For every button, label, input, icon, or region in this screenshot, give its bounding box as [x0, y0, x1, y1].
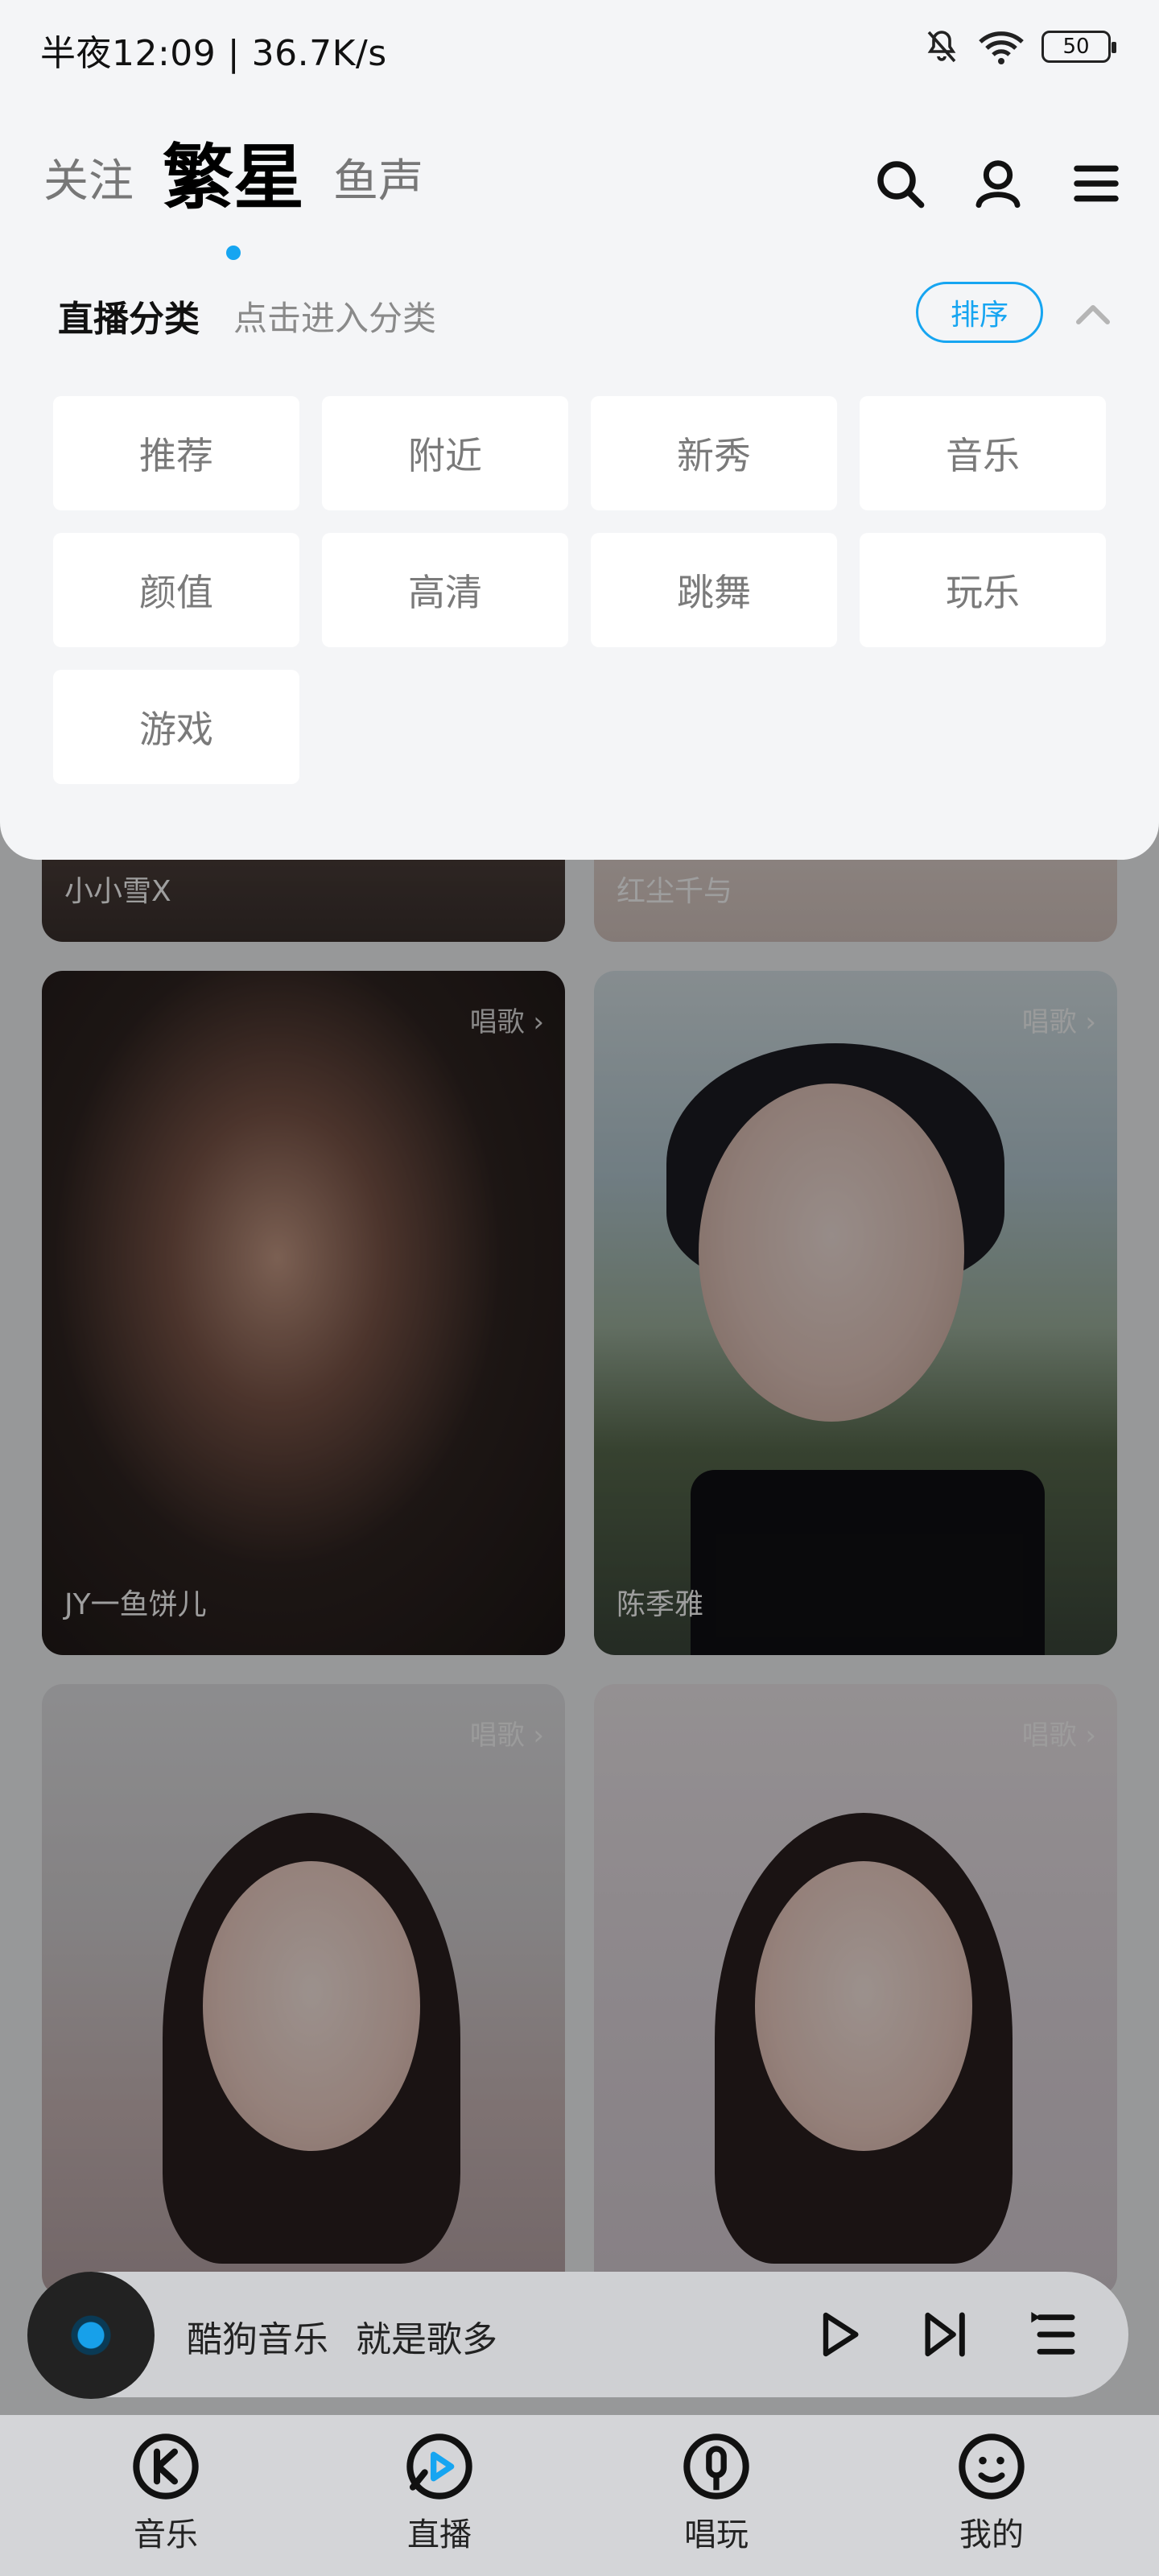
category-fun[interactable]: 玩乐 — [860, 533, 1106, 647]
nav-me[interactable]: 我的 — [911, 2431, 1072, 2555]
nav-sing[interactable]: 唱玩 — [636, 2431, 797, 2555]
category-nearby[interactable]: 附近 — [322, 396, 568, 510]
category-hint[interactable]: 点击进入分类 — [233, 291, 436, 341]
playlist-icon[interactable] — [1027, 2309, 1079, 2360]
category-music[interactable]: 音乐 — [860, 396, 1106, 510]
status-time: 半夜12:09 | 36.7K/s — [40, 33, 387, 74]
next-track-icon[interactable] — [919, 2309, 971, 2360]
top-tabs: 关注 繁星 鱼声 — [43, 121, 423, 260]
category-recommend[interactable]: 推荐 — [53, 396, 299, 510]
nav-live-label: 直播 — [407, 2516, 472, 2553]
player-title: 酷狗音乐 — [187, 2319, 328, 2360]
category-looks[interactable]: 颜值 — [53, 533, 299, 647]
nav-music-label: 音乐 — [134, 2516, 198, 2553]
chevron-up-icon[interactable] — [1074, 296, 1112, 328]
music-icon — [133, 2434, 199, 2500]
battery-level: 50 — [1062, 35, 1090, 59]
tab-stars-label: 繁星 — [163, 136, 305, 219]
status-icons: 50 — [922, 27, 1116, 66]
battery-icon: 50 — [1041, 31, 1116, 63]
nav-music[interactable]: 音乐 — [85, 2431, 246, 2555]
category-hd[interactable]: 高清 — [322, 533, 568, 647]
category-title: 直播分类 — [58, 299, 200, 340]
search-icon[interactable] — [874, 158, 926, 209]
active-tab-indicator — [226, 246, 241, 260]
nav-sing-label: 唱玩 — [684, 2516, 749, 2553]
category-game[interactable]: 游戏 — [53, 670, 299, 784]
live-icon — [406, 2434, 472, 2500]
menu-icon[interactable] — [1070, 158, 1122, 209]
tab-stars[interactable]: 繁星 — [163, 121, 305, 260]
player-subtitle: 就是歌多 — [356, 2319, 497, 2360]
nav-live[interactable]: 直播 — [359, 2431, 520, 2555]
play-icon[interactable] — [813, 2309, 864, 2360]
me-icon — [959, 2434, 1025, 2500]
sort-button[interactable]: 排序 — [916, 282, 1043, 343]
tab-follow[interactable]: 关注 — [43, 145, 134, 223]
nav-me-label: 我的 — [959, 2516, 1024, 2553]
category-dance[interactable]: 跳舞 — [591, 533, 837, 647]
top-actions — [874, 158, 1122, 209]
category-panel: 半夜12:09 | 36.7K/s 50 关注 繁星 鱼声 直播分类 点击进入分… — [0, 0, 1159, 860]
category-grid: 推荐 附近 新秀 音乐 颜值 高清 跳舞 玩乐 游戏 — [53, 396, 1106, 784]
bell-off-icon — [927, 31, 956, 63]
wifi-icon — [979, 31, 1024, 64]
category-newcomer[interactable]: 新秀 — [591, 396, 837, 510]
tab-fish-voice[interactable]: 鱼声 — [333, 145, 423, 223]
album-disc-icon[interactable] — [27, 2272, 155, 2399]
user-icon[interactable] — [972, 158, 1024, 209]
sing-icon — [683, 2434, 749, 2500]
